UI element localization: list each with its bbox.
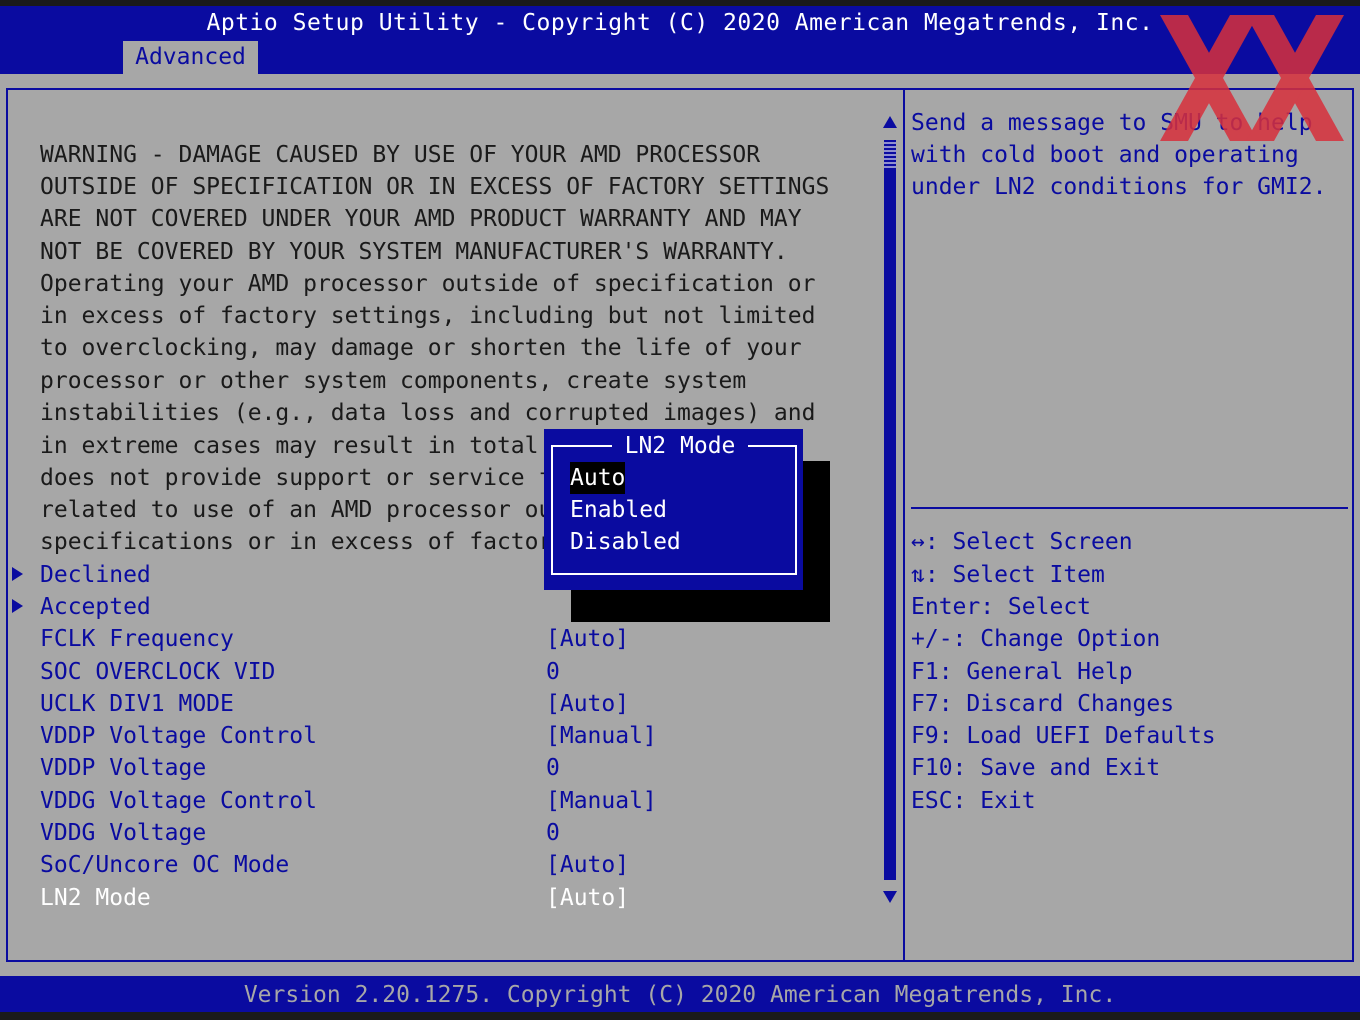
popup-option-enabled[interactable]: Enabled [570,494,667,526]
scrollbar-thumb[interactable] [884,140,896,170]
scrollbar[interactable] [884,140,896,880]
warning-line: does not provide support or service f [40,465,553,491]
warning-line: related to use of an AMD processor ou [40,497,553,523]
key-legend-discard-changes: F7: Discard Changes [911,691,1175,717]
key-legend-change-option: +/-: Change Option [911,626,1161,652]
tab-advanced[interactable]: Advanced [123,41,258,74]
panel-divider [903,88,905,962]
setting-vddp-voltage-value[interactable]: 0 [546,752,560,784]
warning-line: in extreme cases may result in total [40,433,539,459]
submenu-arrow-icon [12,567,23,581]
help-text-line: under LN2 conditions for GMI2. [911,174,1327,200]
key-legend-exit: ESC: Exit [911,788,1036,814]
version-text: Version 2.20.1275. Copyright (C) 2020 Am… [243,982,1117,1008]
setting-vddg-voltage-control-value[interactable]: [Manual] [546,785,657,817]
setting-soc-uncore-oc-mode-label[interactable]: SoC/Uncore OC Mode [40,849,289,881]
setting-vddg-voltage-label[interactable]: VDDG Voltage [40,817,206,849]
setting-vddp-voltage-control-label[interactable]: VDDP Voltage Control [40,720,317,752]
popup-option-disabled[interactable]: Disabled [570,526,681,558]
popup-option-auto[interactable]: Auto [570,462,626,494]
scroll-up-arrow-icon[interactable] [883,116,897,128]
page-title: Aptio Setup Utility - Copyright (C) 2020… [206,10,1154,36]
bottom-edge [0,1012,1360,1020]
warning-line: NOT BE COVERED BY YOUR SYSTEM MANUFACTUR… [40,239,788,265]
setting-uclk-div1-mode-label[interactable]: UCLK DIV1 MODE [40,688,234,720]
setting-uclk-div1-mode-value[interactable]: [Auto] [546,688,629,720]
warning-line: Operating your AMD processor outside of … [40,271,816,297]
setting-vddp-voltage-control-value[interactable]: [Manual] [546,720,657,752]
key-legend-save-exit: F10: Save and Exit [911,755,1161,781]
setting-ln2-mode-label[interactable]: LN2 Mode [40,882,151,914]
setting-soc-overclock-vid-value[interactable]: 0 [546,656,560,688]
help-divider [911,507,1348,509]
setting-fclk-frequency-label[interactable]: FCLK Frequency [40,623,234,655]
setting-vddg-voltage-control-label[interactable]: VDDG Voltage Control [40,785,317,817]
setting-vddg-voltage-value[interactable]: 0 [546,817,560,849]
watermark-logo-icon [1160,15,1344,141]
warning-line: OUTSIDE OF SPECIFICATION OR IN EXCESS OF… [40,174,830,200]
popup-title: LN2 Mode [612,430,748,462]
help-text-line: with cold boot and operating [911,142,1299,168]
scroll-down-arrow-icon[interactable] [883,891,897,903]
warning-line: ARE NOT COVERED UNDER YOUR AMD PRODUCT W… [40,206,802,232]
warning-line: WARNING - DAMAGE CAUSED BY USE OF YOUR A… [40,142,761,168]
setting-fclk-frequency-value[interactable]: [Auto] [546,623,629,655]
warning-line: processor or other system components, cr… [40,368,747,394]
submenu-accepted[interactable]: Accepted [40,591,151,623]
key-legend-load-defaults: F9: Load UEFI Defaults [911,723,1216,749]
warning-line: specifications or in excess of factor [40,529,553,555]
setting-soc-overclock-vid-label[interactable]: SOC OVERCLOCK VID [40,656,275,688]
warning-line: in excess of factory settings, including… [40,303,816,329]
setting-vddp-voltage-label[interactable]: VDDP Voltage [40,752,206,784]
submenu-arrow-icon [12,599,23,613]
key-legend-select-screen: ↔: Select Screen [911,529,1133,555]
warning-line: to overclocking, may damage or shorten t… [40,335,802,361]
warning-line: instabilities (e.g., data loss and corru… [40,400,816,426]
submenu-declined[interactable]: Declined [40,559,151,591]
key-legend-general-help: F1: General Help [911,659,1133,685]
setting-ln2-mode-value[interactable]: [Auto] [546,882,629,914]
key-legend-select-item: ⇅: Select Item [911,562,1105,588]
setting-soc-uncore-oc-mode-value[interactable]: [Auto] [546,849,629,881]
key-legend-enter: Enter: Select [911,594,1092,620]
